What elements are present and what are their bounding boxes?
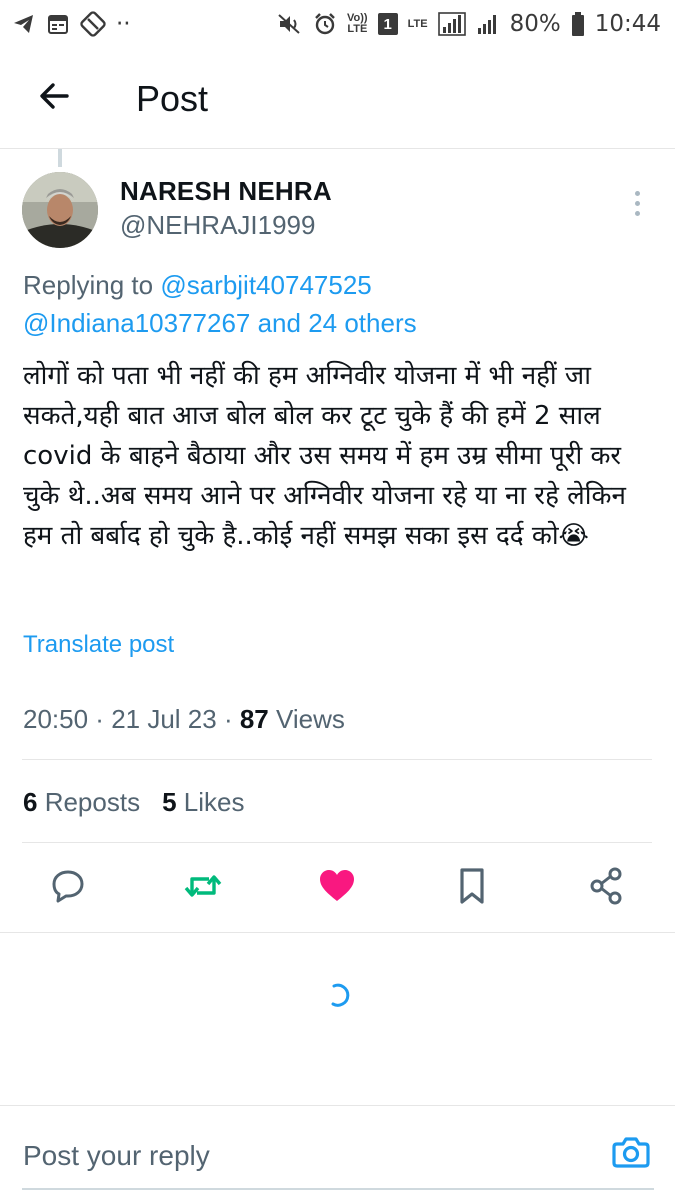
top-app-bar: Post (0, 60, 675, 142)
post-time: 20:50 (23, 704, 89, 734)
translate-post-link[interactable]: Translate post (23, 631, 174, 659)
sim-badge: 1 (377, 13, 398, 35)
author-handle[interactable]: @NEHRAJI1999 (120, 210, 315, 241)
more-vertical-icon (634, 190, 640, 196)
reposts-stat[interactable]: 6 Reposts (23, 787, 140, 818)
views-count: 87 (239, 704, 269, 734)
meta-separator: · (216, 704, 240, 734)
status-bar: ·· Vo)) LTE 1 LTE 80% 10:44 (0, 0, 675, 48)
no-sign-icon (80, 11, 106, 37)
status-bar-left: ·· (12, 11, 131, 37)
status-time: 10:44 (594, 11, 661, 37)
divider (0, 1105, 675, 1106)
replying-prefix: Replying to (23, 270, 161, 300)
back-arrow-icon (37, 79, 71, 118)
avatar[interactable] (22, 172, 98, 248)
volte-label: Vo)) LTE (347, 12, 368, 35)
signal-icon (437, 12, 466, 36)
reply-icon (49, 867, 87, 910)
views-label: Views (268, 704, 345, 734)
author-name[interactable]: NARESH NEHRA (120, 176, 332, 207)
share-button[interactable] (582, 864, 630, 912)
telegram-icon (12, 12, 36, 36)
camera-button[interactable] (610, 1133, 652, 1175)
back-button[interactable] (34, 78, 74, 118)
reply-button[interactable] (44, 864, 92, 912)
likes-stat[interactable]: 5 Likes (162, 787, 244, 818)
reposts-count: 6 (23, 787, 38, 817)
page-title: Post (136, 78, 209, 119)
reply-underline (22, 1188, 654, 1190)
others-link[interactable]: and 24 others (250, 308, 417, 338)
like-icon (317, 866, 357, 911)
reply-input[interactable] (23, 1132, 583, 1180)
meta-separator: · (88, 704, 112, 734)
alarm-icon (313, 12, 337, 36)
post-text: लोगों को पता भी नहीं की हम अग्निवीर योजन… (23, 361, 626, 551)
likes-count: 5 (162, 787, 177, 817)
header-divider (0, 148, 675, 149)
post-stats: 6 Reposts 5 Likes (23, 787, 244, 818)
more-vertical-icon-dot (634, 210, 640, 216)
status-dots: ·· (116, 11, 131, 37)
loading-spinner-icon (326, 982, 352, 1008)
mention-link[interactable]: @Indiana10377267 (23, 308, 250, 338)
lte-label: LTE (407, 17, 428, 30)
action-bar (0, 860, 675, 916)
post-meta: 20:50 · 21 Jul 23 · 87 Views (23, 704, 345, 735)
calendar-icon (46, 12, 70, 36)
likes-label: Likes (176, 787, 245, 817)
battery-percent: 80% (509, 11, 561, 37)
divider (22, 759, 652, 760)
bookmark-icon (454, 866, 490, 911)
mute-icon (277, 12, 303, 36)
battery-icon (571, 11, 585, 37)
reposts-label: Reposts (37, 787, 141, 817)
divider (22, 842, 652, 843)
replying-to: Replying to @sarbjit40747525 @Indiana103… (23, 266, 653, 342)
post-date: 21 Jul 23 (111, 704, 217, 734)
share-icon (586, 866, 626, 911)
repost-button[interactable] (179, 864, 227, 912)
like-button[interactable] (313, 864, 361, 912)
bookmark-button[interactable] (448, 864, 496, 912)
status-bar-right: Vo)) LTE 1 LTE 80% 10:44 (277, 11, 661, 37)
camera-icon (611, 1132, 651, 1177)
mention-link[interactable]: @sarbjit40747525 (160, 270, 371, 300)
more-options-button[interactable] (624, 186, 650, 220)
repost-icon (183, 866, 223, 911)
divider (0, 932, 675, 933)
thread-line (58, 149, 62, 167)
signal-icon (476, 12, 500, 36)
more-vertical-icon-dot (634, 200, 640, 206)
